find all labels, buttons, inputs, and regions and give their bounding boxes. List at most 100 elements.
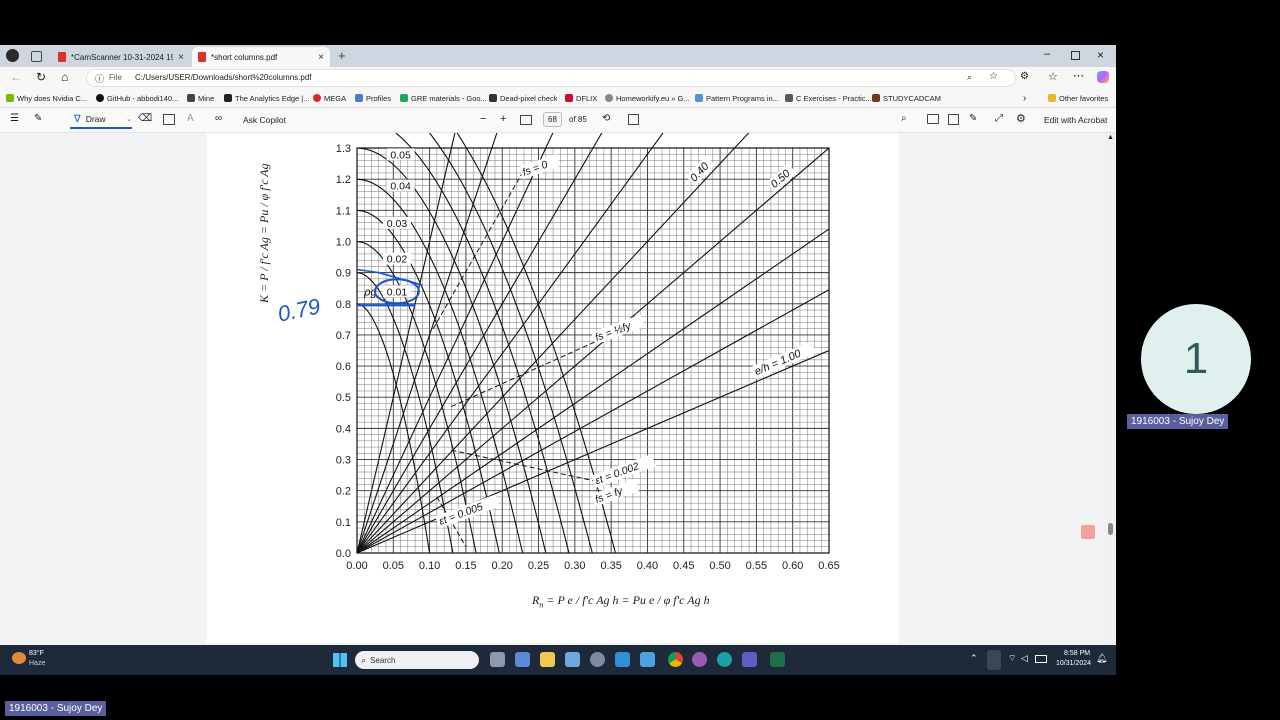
x-tick-label: 0.15: [455, 560, 476, 572]
fav-item[interactable]: Pattern Programs in...: [695, 91, 779, 105]
zoom-out-button[interactable]: −: [480, 113, 486, 125]
widgets-icon[interactable]: [515, 652, 530, 667]
x-tick-label: 0.30: [564, 560, 585, 572]
teams-icon[interactable]: [742, 652, 757, 667]
minimize-button[interactable]: –: [1044, 48, 1050, 60]
annotation-label: εt = 0.005: [437, 501, 484, 528]
edit-with-acrobat-button[interactable]: Edit with Acrobat: [1044, 115, 1107, 125]
chrome-icon[interactable]: [668, 652, 683, 667]
draw-button[interactable]: ∇ Draw ⌄: [70, 111, 132, 129]
scrollbar[interactable]: ▲ ▼: [1105, 133, 1116, 675]
eraser-icon[interactable]: ⌫: [138, 113, 152, 124]
settings-icon[interactable]: ⚙: [1016, 112, 1026, 125]
y-tick-label: 1.1: [336, 205, 351, 217]
app-icon[interactable]: [692, 652, 707, 667]
read-aloud-icon[interactable]: A: [187, 113, 194, 124]
clock-date[interactable]: 10/31/2024: [1056, 660, 1091, 667]
footer-name-tag: 1916003 - Sujoy Dey: [5, 701, 107, 716]
more-favorites-chevron-icon[interactable]: ›: [1023, 91, 1026, 105]
store-icon[interactable]: [615, 652, 630, 667]
fav-item[interactable]: The Analytics Edge |...: [224, 91, 310, 105]
photos-icon[interactable]: [640, 652, 655, 667]
fav-item[interactable]: GitHub - abbodi140...: [96, 91, 178, 105]
page-number-input[interactable]: 68: [543, 112, 562, 127]
edge-icon[interactable]: [717, 652, 732, 667]
search-box[interactable]: ⌕ Search: [355, 651, 479, 669]
clock-time[interactable]: 8:58 PM: [1064, 650, 1090, 657]
fit-page-icon[interactable]: [520, 115, 532, 125]
close-icon[interactable]: ×: [318, 52, 324, 63]
fav-item[interactable]: GRE materials - Goo...: [400, 91, 487, 105]
new-tab-button[interactable]: +: [338, 48, 346, 63]
nvidia-icon: [6, 94, 14, 102]
contents-icon[interactable]: ☰: [10, 113, 19, 124]
tab-camscanner[interactable]: *CamScanner 10-31-2024 19.34.p ×: [52, 47, 190, 67]
scroll-up-icon[interactable]: ▲: [1107, 134, 1114, 141]
ask-copilot-button[interactable]: Ask Copilot: [243, 115, 286, 125]
maximize-button[interactable]: [1071, 51, 1080, 60]
dflix-icon: [565, 94, 573, 102]
fav-label: Pattern Programs in...: [706, 93, 779, 103]
participant-avatar: 1: [1141, 304, 1251, 414]
extensions-icon[interactable]: ⚙: [1020, 71, 1029, 82]
y-tick-label: 0.9: [336, 268, 351, 280]
fav-item[interactable]: Mine: [187, 91, 214, 105]
fullscreen-icon[interactable]: ⤢: [995, 113, 1003, 124]
tab-short-columns[interactable]: *short columns.pdf ×: [192, 47, 330, 67]
snipping-tool-icon[interactable]: [565, 652, 580, 667]
search-icon[interactable]: ⌕: [901, 113, 907, 124]
zoom-in-button[interactable]: +: [500, 113, 506, 125]
c-icon: [785, 94, 793, 102]
save-as-icon[interactable]: ✎: [969, 113, 977, 124]
print-icon[interactable]: [927, 114, 939, 124]
close-window-button[interactable]: ×: [1097, 48, 1104, 62]
fav-item[interactable]: Why does Nvidia C...: [6, 91, 87, 105]
volume-icon[interactable]: ◁: [1021, 653, 1028, 664]
x-tick-label: 0.05: [383, 560, 404, 572]
file-explorer-icon[interactable]: [540, 652, 555, 667]
adobe-icon[interactable]: [1081, 525, 1095, 539]
wifi-icon[interactable]: ⌔: [1008, 653, 1016, 664]
star-icon[interactable]: ☆: [989, 71, 998, 82]
save-icon[interactable]: [948, 114, 959, 125]
two-page-icon[interactable]: [628, 114, 639, 125]
x-tick-label: 0.45: [673, 560, 694, 572]
fav-item[interactable]: Dead-pixel check: [489, 91, 558, 105]
start-icon[interactable]: [333, 653, 347, 667]
close-icon[interactable]: ×: [178, 52, 184, 63]
fav-item[interactable]: DFLIX: [565, 91, 597, 105]
tab-title: *CamScanner 10-31-2024 19.34.p: [71, 52, 174, 62]
handwritten-value: 0.79: [275, 293, 322, 326]
scrollbar-thumb[interactable]: [1108, 523, 1113, 535]
favorites-icon[interactable]: ☆: [1048, 70, 1058, 83]
profile-icon[interactable]: [6, 49, 19, 62]
notification-icon[interactable]: 🔔︎: [1096, 653, 1107, 664]
workspaces-icon[interactable]: [31, 51, 42, 62]
copilot-icon[interactable]: [1097, 71, 1109, 83]
microphone-icon[interactable]: [987, 650, 1001, 670]
rotate-icon[interactable]: ⟲: [602, 113, 610, 124]
refresh-icon[interactable]: ↻: [36, 70, 46, 84]
fav-item[interactable]: MEGA: [313, 91, 346, 105]
page-view-icon[interactable]: [163, 114, 175, 125]
settings-icon[interactable]: [590, 652, 605, 667]
fav-item[interactable]: Profiles: [355, 91, 391, 105]
page-number: 68: [548, 115, 557, 124]
fav-item[interactable]: C Exercises - Practic...: [785, 91, 872, 105]
zoom-icon[interactable]: ⌕: [967, 72, 972, 83]
fav-item[interactable]: Homeworkify.eu » G...: [605, 91, 690, 105]
more-icon[interactable]: ⋯: [1073, 69, 1084, 82]
other-favorites[interactable]: Other favorites: [1048, 91, 1108, 105]
address-bar[interactable]: ⓘ File C:/Users/USER/Downloads/short%20c…: [86, 69, 1016, 87]
immersive-reader-icon[interactable]: ∞: [215, 113, 222, 124]
battery-icon[interactable]: [1035, 655, 1047, 663]
fav-item[interactable]: STUDYCADCAM: [872, 91, 941, 105]
rho-label: 0.03: [387, 218, 408, 230]
home-icon[interactable]: ⌂: [61, 70, 68, 84]
highlight-icon[interactable]: ✎: [34, 113, 42, 124]
chevron-up-icon[interactable]: ⌃: [970, 653, 978, 664]
task-view-icon[interactable]: [490, 652, 505, 667]
back-icon[interactable]: ←: [10, 70, 22, 84]
weather-icon[interactable]: [12, 652, 26, 664]
excel-icon[interactable]: [770, 652, 785, 667]
